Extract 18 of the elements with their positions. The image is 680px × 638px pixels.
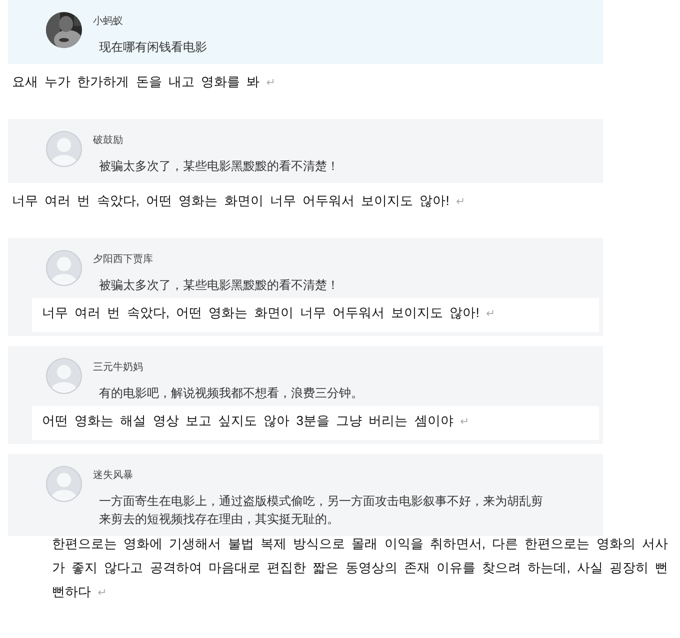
user-name[interactable]: 破鼓励 (93, 133, 339, 147)
avatar-icon (46, 466, 82, 502)
translation-text: 너무 여러 번 속았다, 어떤 영화는 화면이 너무 어두워서 보이지도 않아! ↵ (32, 298, 599, 332)
avatar-icon (46, 358, 82, 394)
translation-text: 어떤 영화는 해설 영상 보고 싶지도 않아 3분을 그냥 버리는 셈이야 ↵ (32, 406, 599, 440)
user-name[interactable]: 迷失风暴 (93, 468, 549, 482)
translation-text: 너무 여러 번 속았다, 어떤 영화는 화면이 너무 어두워서 보이지도 않아! ↵ (11, 192, 466, 210)
comment-text: 被骗太多次了，某些电影黑黢黢的看不清楚！ (98, 277, 339, 294)
comment-text: 现在哪有闲钱看电影 (98, 39, 207, 56)
avatar-icon (46, 250, 82, 286)
avatar-icon (46, 131, 82, 167)
user-name[interactable]: 夕阳西下贾库 (93, 252, 339, 266)
user-name[interactable]: 三元牛奶妈 (93, 360, 363, 374)
comment-text: 被骗太多次了，某些电影黑黢黢的看不清楚！ (98, 158, 339, 175)
user-name[interactable]: 小蚂蚁 (93, 14, 207, 28)
comment-text: 有的电影吧，解说视频我都不想看，浪费三分钟。 (98, 385, 363, 402)
translation-text: 요새 누가 한가하게 돈을 내고 영화를 봐 ↵ (11, 73, 277, 91)
comment-text: 一方面寄生在电影上，通过盗版模式偷吃，另一方面攻击电影叙事不好，来为胡乱剪来剪去的短视频找存在理由，其实挺无耻的。 (98, 493, 544, 528)
